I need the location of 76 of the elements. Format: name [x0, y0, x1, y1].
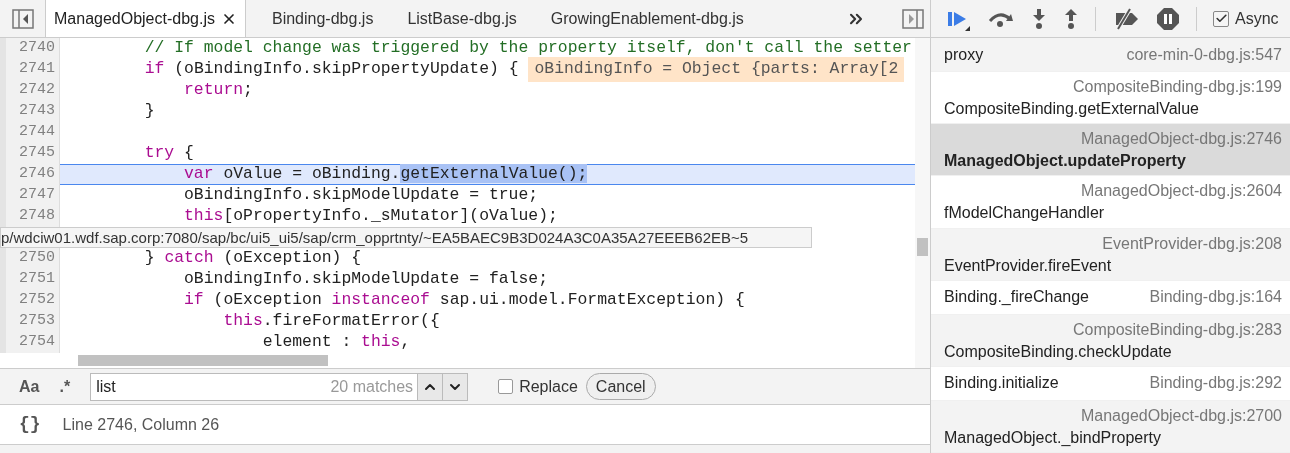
line-number: 2750: [19, 248, 55, 269]
match-count: 20 matches: [330, 376, 415, 397]
file-location: CompositeBinding-dbg.js:199: [1073, 77, 1282, 97]
line-number: 2747: [19, 185, 55, 206]
pretty-print-button[interactable]: {}: [19, 411, 41, 438]
call-frame[interactable]: ManagedObject-dbg.js:2700 ManagedObject._bindProperty: [931, 400, 1290, 453]
function-name: Binding._fireChange: [944, 287, 1089, 308]
search-field[interactable]: list 20 matches: [90, 372, 469, 401]
line-number: 2745: [19, 143, 55, 164]
next-match-button[interactable]: [442, 373, 468, 400]
file-location: ManagedObject-dbg.js:2604: [1080, 181, 1282, 202]
line-number: 2744: [19, 122, 55, 143]
match-case-toggle[interactable]: Aa: [19, 374, 40, 399]
function-name: proxy: [944, 44, 984, 65]
code-line: this.fireFormatError({: [222, 310, 440, 333]
line-number: 2740: [19, 38, 55, 59]
function-name: CompositeBinding.getExternalValue: [944, 100, 1199, 117]
file-tab[interactable]: GrowingEnablement-dbg.js: [542, 0, 752, 37]
code-line: this[oPropertyInfo._sMutator](oValue);: [183, 205, 558, 228]
code-line: if (oBindingInfo.skipPropertyUpdate) {: [143, 58, 519, 81]
call-frame[interactable]: EventProvider-dbg.js:208 EventProvider.fireEvent: [931, 228, 1290, 281]
file-tab[interactable]: ListBase-dbg.js: [399, 0, 525, 37]
code-line: oBindingInfo.skipModelUpdate = false;: [183, 268, 548, 291]
sidebar-toggle-icon[interactable]: [11, 8, 34, 29]
line-number: 2746: [19, 164, 55, 185]
async-label: Async: [1235, 8, 1279, 29]
function-name: EventProvider.fireEvent: [944, 256, 1112, 274]
function-name: CompositeBinding.checkUpdate: [944, 342, 1172, 360]
code-line: return;: [183, 79, 253, 102]
line-number: 2751: [19, 269, 55, 290]
function-name: fModelChangeHandler: [944, 204, 1105, 222]
replace-label: Replace: [519, 376, 578, 397]
url-tooltip: p/wdciw01.wdf.sap.corp:7080/sap/bc/ui5_ui5/sap/crm_opprtnty/~EA5BAEC9B3D024A3C0A35A27EEEB62EB~5: [0, 227, 812, 248]
call-frame[interactable]: ManagedObject-dbg.js:2746 ManagedObject.updateProperty: [931, 124, 1290, 177]
code-line: try {: [143, 142, 194, 165]
call-frame[interactable]: CompositeBinding-dbg.js:283 CompositeBinding.checkUpdate: [931, 314, 1290, 367]
line-number: 2753: [19, 311, 55, 332]
checkmark-icon: [1214, 12, 1228, 25]
file-location: Binding-dbg.js:164: [1149, 287, 1282, 308]
file-location: CompositeBinding-dbg.js:283: [1073, 319, 1282, 340]
code-line: element : this,: [261, 331, 411, 353]
file-location: ManagedObject-dbg.js:2700: [1080, 405, 1282, 426]
file-tab[interactable]: ManagedObject-dbg.js: [46, 0, 246, 37]
file-location: EventProvider-dbg.js:208: [1102, 233, 1282, 254]
cursor-position: Line 2746, Column 26: [62, 414, 220, 435]
code-line: if (oException instanceof sap.ui.model.FormatException) {: [183, 289, 745, 312]
debugger-toggle-icon[interactable]: [902, 8, 924, 29]
code-line: var oValue = oBinding.getExternalValue();: [183, 163, 588, 186]
call-frame[interactable]: proxy core-min-0-dbg.js:547: [931, 38, 1290, 72]
pause-exceptions-icon[interactable]: [1156, 6, 1180, 31]
code-line: oBindingInfo.skipModelUpdate = true;: [183, 184, 539, 207]
vertical-scrollbar[interactable]: [915, 38, 930, 368]
function-name: Binding.initialize: [944, 373, 1059, 394]
line-number: 2748: [19, 206, 55, 227]
code-line: // If model change was triggered by the property itself, don't call the setter: [143, 38, 912, 60]
file-location: core-min-0-dbg.js:547: [1126, 44, 1282, 65]
step-into-icon[interactable]: [1031, 7, 1047, 30]
line-number: 2752: [19, 290, 55, 311]
file-tab[interactable]: Binding-dbg.js: [264, 0, 382, 37]
previous-match-button[interactable]: [417, 373, 443, 400]
regex-toggle[interactable]: .*: [59, 374, 71, 399]
file-location: Binding-dbg.js:292: [1149, 373, 1282, 394]
line-number: 2743: [19, 101, 55, 122]
inline-value: oBindingInfo = Object {parts: Array[2: [528, 57, 905, 82]
code-line: } catch (oException) {: [143, 247, 362, 270]
replace-checkbox[interactable]: [498, 379, 514, 394]
async-checkbox[interactable]: [1213, 10, 1229, 27]
code-line: }: [143, 100, 155, 123]
file-location: ManagedObject-dbg.js:2746: [1080, 129, 1282, 150]
line-number: 2742: [19, 80, 55, 101]
cancel-button[interactable]: Cancel: [585, 373, 656, 400]
line-number: 2754: [19, 332, 55, 353]
line-number: 2741: [19, 59, 55, 80]
function-name: ManagedObject.updateProperty: [944, 152, 1186, 170]
function-name: ManagedObject._bindProperty: [944, 428, 1162, 446]
step-out-icon[interactable]: [1063, 7, 1079, 30]
